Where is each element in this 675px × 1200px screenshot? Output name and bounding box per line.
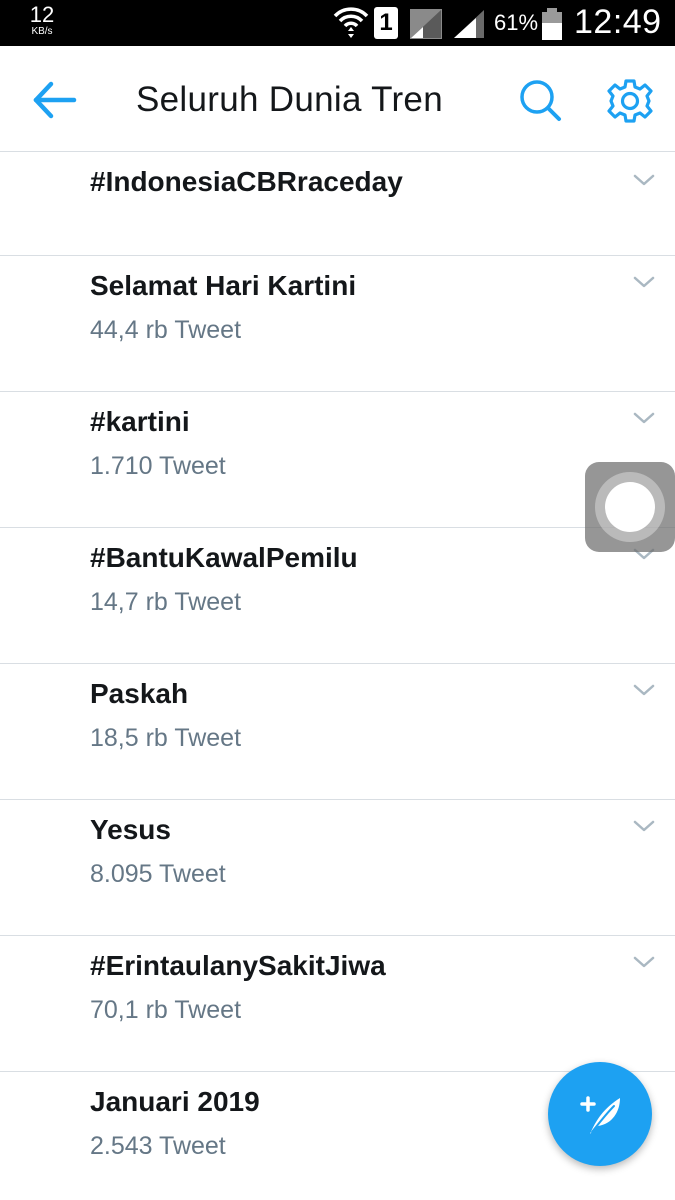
assistive-touch-button[interactable] bbox=[585, 462, 675, 552]
chevron-down-icon[interactable] bbox=[632, 682, 656, 698]
search-icon bbox=[520, 80, 561, 121]
search-button[interactable] bbox=[516, 76, 564, 124]
trend-item[interactable]: Yesus 8.095 Tweet bbox=[0, 800, 675, 936]
trend-item[interactable]: #IndonesiaCBRraceday bbox=[0, 152, 675, 256]
trend-item[interactable]: #kartini 1.710 Tweet bbox=[0, 392, 675, 528]
trend-tweet-count: 44,4 rb Tweet bbox=[90, 316, 242, 344]
network-speed: 12 KB/s bbox=[26, 4, 58, 37]
trend-name: #BantuKawalPemilu bbox=[90, 542, 358, 573]
wifi-icon bbox=[333, 7, 369, 38]
signal-strength-icon bbox=[410, 9, 442, 39]
app-header: Seluruh Dunia Tren bbox=[0, 46, 675, 152]
assistive-touch-center bbox=[605, 482, 655, 532]
back-button[interactable] bbox=[30, 78, 80, 122]
trend-item[interactable]: Paskah 18,5 rb Tweet bbox=[0, 664, 675, 800]
chevron-down-icon[interactable] bbox=[632, 274, 656, 290]
trend-tweet-count: 8.095 Tweet bbox=[90, 860, 226, 888]
trend-tweet-count: 14,7 rb Tweet bbox=[90, 588, 242, 616]
chevron-down-icon[interactable] bbox=[632, 818, 656, 834]
battery-icon bbox=[542, 8, 562, 40]
back-arrow-icon bbox=[33, 81, 77, 119]
trend-name: #kartini bbox=[90, 406, 190, 437]
trend-tweet-count: 18,5 rb Tweet bbox=[90, 724, 242, 752]
page-title: Seluruh Dunia Tren bbox=[136, 80, 443, 119]
network-speed-unit: KB/s bbox=[31, 26, 53, 37]
sim-card-icon: 1 bbox=[374, 7, 398, 39]
trend-name: Yesus bbox=[90, 814, 171, 845]
clock: 12:49 bbox=[574, 3, 662, 41]
trend-name: #ErintaulanySakitJiwa bbox=[90, 950, 386, 981]
trend-name: #IndonesiaCBRraceday bbox=[90, 166, 403, 197]
trend-name: Paskah bbox=[90, 678, 189, 709]
chevron-down-icon[interactable] bbox=[632, 954, 656, 970]
trend-tweet-count: 70,1 rb Tweet bbox=[90, 996, 242, 1024]
chevron-down-icon[interactable] bbox=[632, 410, 656, 426]
trend-tweet-count: 1.710 Tweet bbox=[90, 452, 226, 480]
trend-name: Selamat Hari Kartini bbox=[90, 270, 357, 301]
chevron-down-icon[interactable] bbox=[632, 172, 656, 188]
trend-list: #IndonesiaCBRraceday Selamat Hari Kartin… bbox=[0, 152, 675, 1200]
compose-tweet-icon bbox=[580, 1096, 620, 1134]
compose-tweet-button[interactable] bbox=[548, 1062, 652, 1166]
settings-button[interactable] bbox=[605, 76, 655, 126]
battery-percentage: 61% bbox=[494, 10, 539, 35]
network-speed-value: 12 bbox=[29, 2, 55, 27]
trend-item[interactable]: #ErintaulanySakitJiwa 70,1 rb Tweet bbox=[0, 936, 675, 1072]
status-bar: 12 KB/s 1 61% 12:49 bbox=[0, 0, 675, 46]
trend-name: Januari 2019 bbox=[90, 1086, 260, 1117]
gear-icon bbox=[607, 79, 653, 123]
signal-strength-icon bbox=[454, 10, 484, 38]
trend-item[interactable]: Selamat Hari Kartini 44,4 rb Tweet bbox=[0, 256, 675, 392]
trend-tweet-count: 2.543 Tweet bbox=[90, 1132, 226, 1160]
trend-item[interactable]: #BantuKawalPemilu 14,7 rb Tweet bbox=[0, 528, 675, 664]
